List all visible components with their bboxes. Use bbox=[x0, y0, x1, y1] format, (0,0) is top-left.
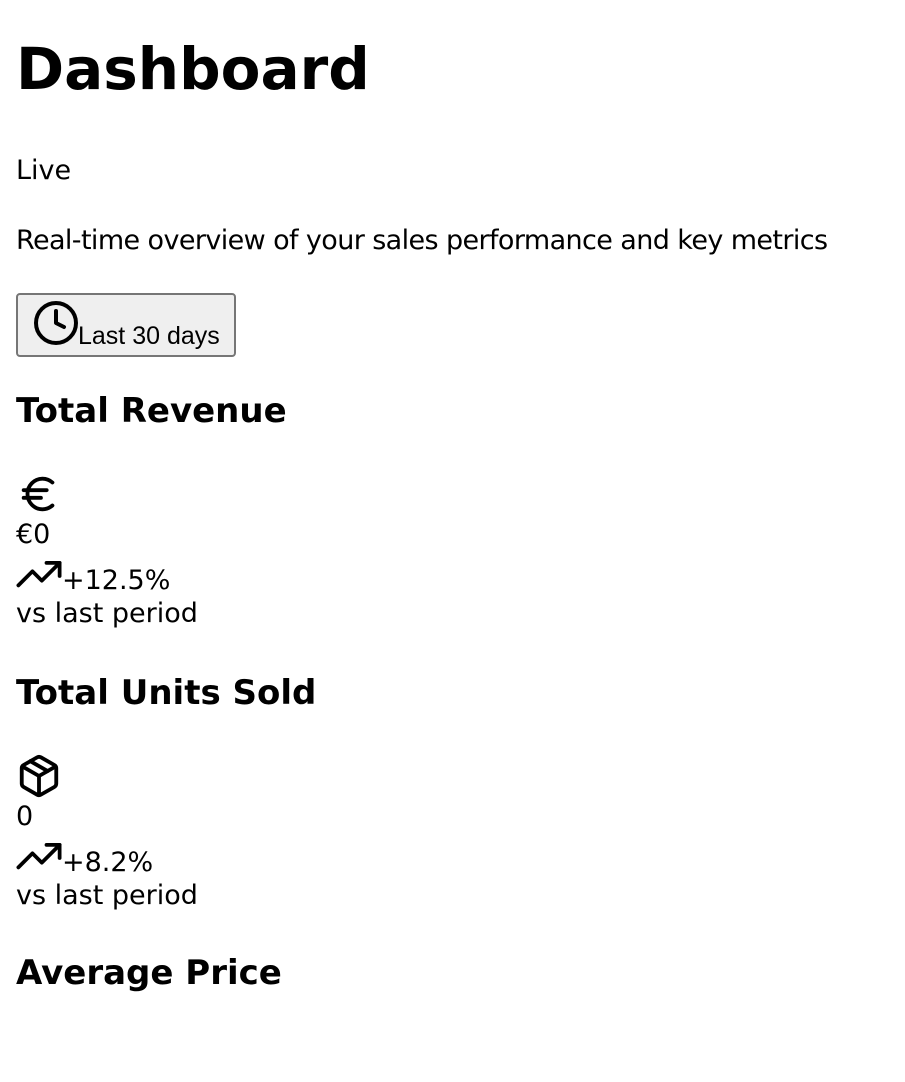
euro-icon bbox=[21, 476, 55, 512]
metric-card-average-price: Average Price bbox=[16, 953, 905, 993]
comparison-label: vs last period bbox=[16, 880, 198, 911]
dashboard-page: Dashboard Live Real-time overview of you… bbox=[0, 0, 905, 993]
comparison-label: vs last period bbox=[16, 598, 198, 629]
metric-title: Total Revenue bbox=[16, 391, 287, 431]
trend-percentage: +8.2% bbox=[62, 847, 154, 878]
package-icon bbox=[19, 754, 59, 798]
metric-title: Average Price bbox=[16, 953, 282, 993]
date-range-label: Last 30 days bbox=[78, 322, 220, 350]
clock-icon bbox=[34, 301, 78, 345]
metric-card-total-units-sold: Total Units Sold 0 +8.2% vs last period bbox=[16, 673, 905, 913]
metric-title: Total Units Sold bbox=[16, 673, 317, 713]
trend-row: +12.5% bbox=[16, 561, 905, 597]
page-title: Dashboard bbox=[16, 35, 370, 103]
page-subtitle: Real-time overview of your sales perform… bbox=[16, 225, 828, 256]
trending-up-icon bbox=[16, 843, 62, 870]
metric-value: €0 bbox=[16, 519, 51, 550]
trend-percentage: +12.5% bbox=[62, 565, 171, 596]
trending-up-icon bbox=[16, 561, 62, 588]
live-status: Live bbox=[16, 155, 72, 186]
date-range-button[interactable]: Last 30 days bbox=[16, 293, 236, 357]
metric-value: 0 bbox=[16, 801, 34, 832]
metric-card-total-revenue: Total Revenue €0 +12.5% vs last period bbox=[16, 391, 905, 631]
trend-row: +8.2% bbox=[16, 843, 905, 879]
